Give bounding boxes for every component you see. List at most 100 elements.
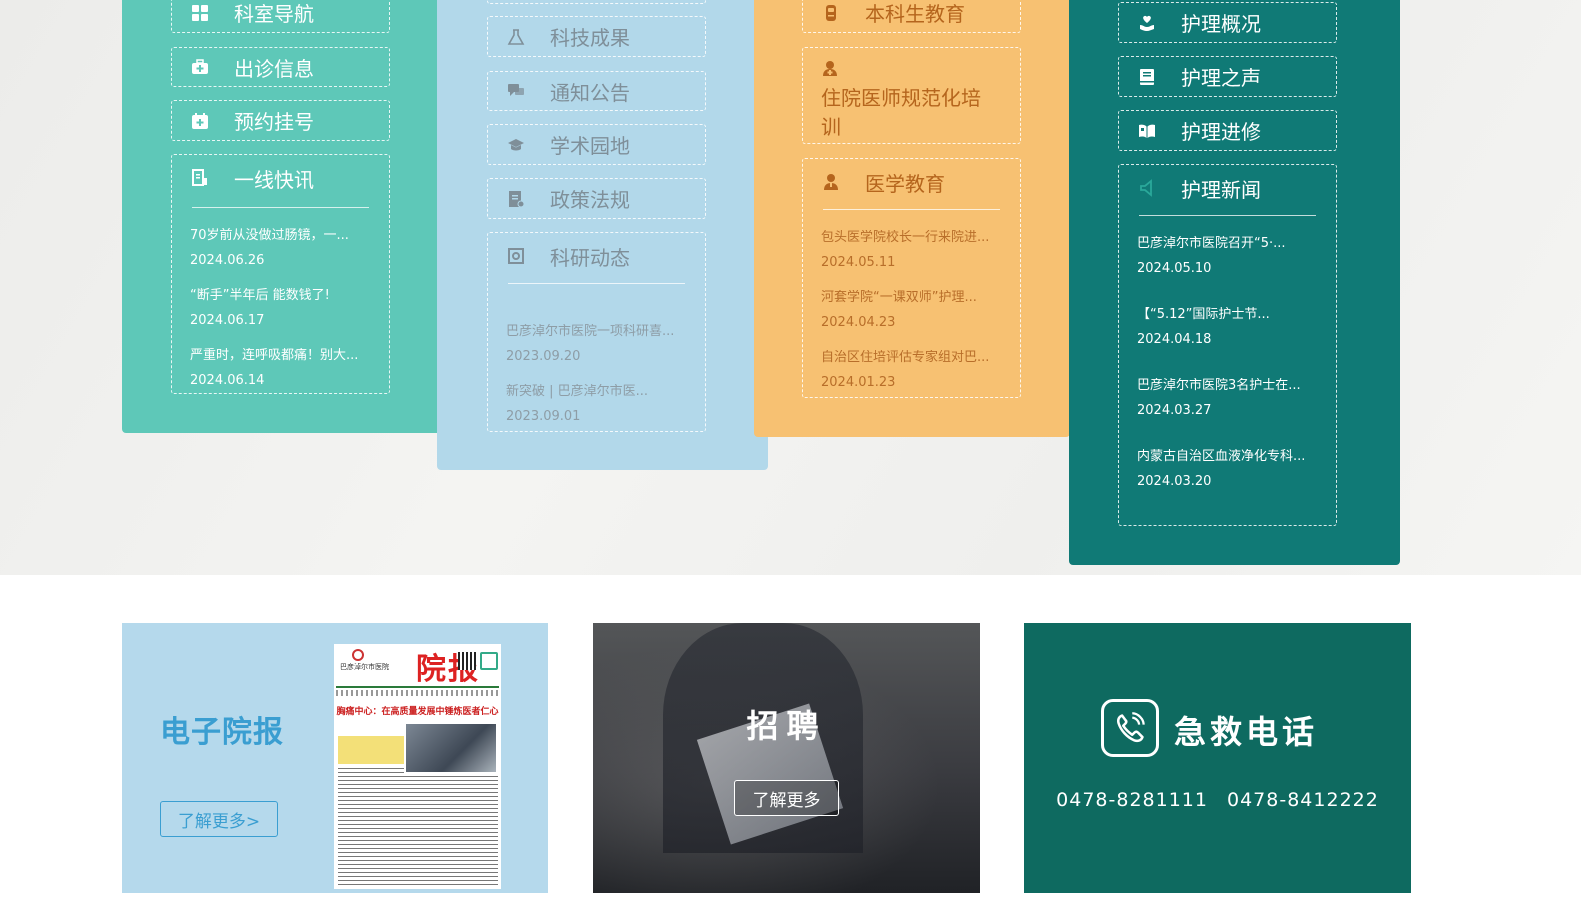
btn-department-nav[interactable]: 科室导航 xyxy=(171,0,390,33)
btn-notices[interactable]: 通知公告 xyxy=(487,71,706,111)
news-date: 2024.03.20 xyxy=(1137,474,1212,489)
paper-title: 电子院报 xyxy=(160,715,284,750)
news-date: 2024.04.18 xyxy=(1137,332,1212,347)
student-icon xyxy=(821,3,841,23)
thumb-highlight xyxy=(338,736,404,764)
open-book-icon xyxy=(1137,121,1157,141)
btn-undergrad[interactable]: 本科生教育 xyxy=(802,0,1021,33)
panel-title: 医学教育 xyxy=(865,171,945,196)
news-date: 2024.06.14 xyxy=(190,373,265,388)
panel-title: 科研动态 xyxy=(550,245,630,270)
thumb-rule xyxy=(336,690,499,696)
btn-label: 护理概况 xyxy=(1181,12,1261,36)
btn-policies[interactable]: 政策法规 xyxy=(487,178,706,219)
flask-icon xyxy=(506,27,526,47)
btn-label: 出诊信息 xyxy=(234,56,314,81)
newspaper-thumbnail[interactable]: 巴彦淖尔市医院 院报 胸痛中心：在高质量发展中锤炼医者仁心 xyxy=(334,644,501,889)
hand-heart-icon xyxy=(1137,13,1157,33)
news-title: 巴彦淖尔市医院召开“5·... xyxy=(1137,236,1286,251)
btn-label: 护理之声 xyxy=(1181,66,1261,90)
panel-header[interactable]: 一线快讯 xyxy=(172,155,389,201)
news-title: 河套学院“一课双师”护理... xyxy=(821,290,977,305)
btn-appointment[interactable]: 预约挂号 xyxy=(171,100,390,141)
news-item[interactable]: 巴彦淖尔市医院3名护士在... 2024.03.27 xyxy=(1137,378,1318,419)
panel-title: 一线快讯 xyxy=(234,167,314,192)
news-title: 【“5.12”国际护士节... xyxy=(1137,307,1270,322)
btn-label: 本科生教育 xyxy=(865,2,965,26)
column-research: 科技成果 通知公告 学术园地 政策法规 科研动态 巴彦淖尔市医院一项科研喜... xyxy=(437,0,768,470)
btn-label: 科技成果 xyxy=(550,26,630,50)
btn-label: 政策法规 xyxy=(550,188,630,212)
btn-nursing-overview[interactable]: 护理概况 xyxy=(1118,2,1337,43)
teacher-icon xyxy=(821,172,841,192)
card-emergency: 急救电话 0478-8281111 0478-8412222 xyxy=(1024,623,1411,893)
news-item[interactable]: 巴彦淖尔市医院召开“5·... 2024.05.10 xyxy=(1137,236,1318,277)
news-item[interactable]: 内蒙古自治区血液净化专科... 2024.03.20 xyxy=(1137,449,1318,490)
news-date: 2023.09.01 xyxy=(506,409,581,424)
news-title: 新突破 | 巴彦淖尔市医... xyxy=(506,384,649,399)
btn-label: 护理进修 xyxy=(1181,120,1261,144)
news-item[interactable]: 巴彦淖尔市医院一项科研喜... 2023.09.20 xyxy=(506,324,687,365)
news-item[interactable]: 河套学院“一课双师”护理... 2024.04.23 xyxy=(821,290,1002,331)
btn-label: 住院医师规范化培训 xyxy=(821,86,981,139)
panel-frontline-news: 一线快讯 70岁前从没做过肠镜，一... 2024.06.26 “断手”半年后 … xyxy=(171,154,390,394)
phone-icon xyxy=(1101,699,1159,757)
btn-nursing-voice[interactable]: 护理之声 xyxy=(1118,56,1337,97)
btn-clinic-info[interactable]: 出诊信息 xyxy=(171,47,390,87)
news-date: 2024.05.11 xyxy=(821,255,896,270)
calendar-icon xyxy=(190,111,210,131)
btn-academic[interactable]: 学术园地 xyxy=(487,124,706,165)
news-date: 2024.06.26 xyxy=(190,253,265,268)
panel-nursing-news: 护理新闻 巴彦淖尔市医院召开“5·... 2024.05.10 【“5.12”国… xyxy=(1118,164,1337,526)
news-item[interactable]: 严重时，连呼吸都痛！别大... 2024.06.14 xyxy=(190,348,371,389)
news-item[interactable]: 70岁前从没做过肠镜，一... 2024.06.26 xyxy=(190,228,371,269)
btn-label: 通知公告 xyxy=(550,80,630,105)
paper-more-button[interactable]: 了解更多> xyxy=(160,801,278,837)
news-item[interactable]: 新突破 | 巴彦淖尔市医... 2023.09.01 xyxy=(506,384,687,425)
news-date: 2024.04.23 xyxy=(821,315,896,330)
card-recruitment[interactable]: 招聘 了解更多 xyxy=(593,623,980,893)
btn-label: 学术园地 xyxy=(550,134,630,158)
graduation-cap-icon xyxy=(506,135,526,155)
news-date: 2024.03.27 xyxy=(1137,403,1212,418)
thumb-photo xyxy=(406,724,496,772)
column-patient-services: 科室导航 出诊信息 预约挂号 一线快讯 70岁前从没做过肠镜，一... 2024… xyxy=(122,0,438,433)
btn-nursing-training[interactable]: 护理进修 xyxy=(1118,110,1337,151)
btn-residency-training[interactable]: 住院医师规范化培训 xyxy=(802,47,1021,144)
thumb-logo-text: 巴彦淖尔市医院 xyxy=(340,663,389,671)
book-icon xyxy=(1137,67,1157,87)
news-title: 严重时，连呼吸都痛！别大... xyxy=(190,348,359,363)
news-title: 70岁前从没做过肠镜，一... xyxy=(190,228,349,243)
news-item[interactable]: 自治区住培评估专家组对巴... 2024.01.23 xyxy=(821,350,1002,391)
doctor-icon xyxy=(821,58,841,78)
news-date: 2024.05.10 xyxy=(1137,261,1212,276)
news-item[interactable]: 包头医学院校长一行来院进... 2024.05.11 xyxy=(821,230,1002,271)
btn-tech-achievements[interactable]: 科技成果 xyxy=(487,16,706,57)
research-icon xyxy=(506,246,526,266)
recruit-more-button[interactable]: 了解更多 xyxy=(734,780,839,816)
news-item[interactable]: 【“5.12”国际护士节... 2024.04.18 xyxy=(1137,307,1318,348)
emergency-phone-numbers: 0478-8281111 0478-8412222 xyxy=(1056,789,1379,811)
btn-label: 预约挂号 xyxy=(234,110,314,134)
news-date: 2023.09.20 xyxy=(506,349,581,364)
panel-header[interactable]: 科研动态 xyxy=(488,233,705,279)
hospital-logo-icon xyxy=(352,649,364,661)
panel-header[interactable]: 护理新闻 xyxy=(1119,165,1336,211)
column-education: 本科生教育 住院医师规范化培训 医学教育 包头医学院校长一行来院进... 202… xyxy=(754,0,1070,437)
news-title: “断手”半年后 能数钱了! xyxy=(190,288,330,303)
news-title: 包头医学院校长一行来院进... xyxy=(821,230,990,245)
card-e-newspaper[interactable]: 电子院报 了解更多> 巴彦淖尔市医院 院报 胸痛中心：在高质量发展中锤炼医者仁心 xyxy=(122,623,548,893)
news-icon xyxy=(190,168,210,188)
badge-icon xyxy=(480,652,498,670)
news-title: 巴彦淖尔市医院3名护士在... xyxy=(1137,378,1301,393)
panel-medical-education: 医学教育 包头医学院校长一行来院进... 2024.05.11 河套学院“一课双… xyxy=(802,158,1021,398)
btn-partial-top xyxy=(487,0,706,4)
thumb-text-block xyxy=(338,776,498,886)
panel-header[interactable]: 医学教育 xyxy=(803,159,1020,205)
news-title: 自治区住培评估专家组对巴... xyxy=(821,350,990,365)
news-item[interactable]: “断手”半年后 能数钱了! 2024.06.17 xyxy=(190,288,371,329)
medical-kit-icon xyxy=(190,57,210,77)
grid-icon xyxy=(190,3,210,23)
speaker-icon xyxy=(1137,178,1157,198)
news-date: 2024.01.23 xyxy=(821,375,896,390)
